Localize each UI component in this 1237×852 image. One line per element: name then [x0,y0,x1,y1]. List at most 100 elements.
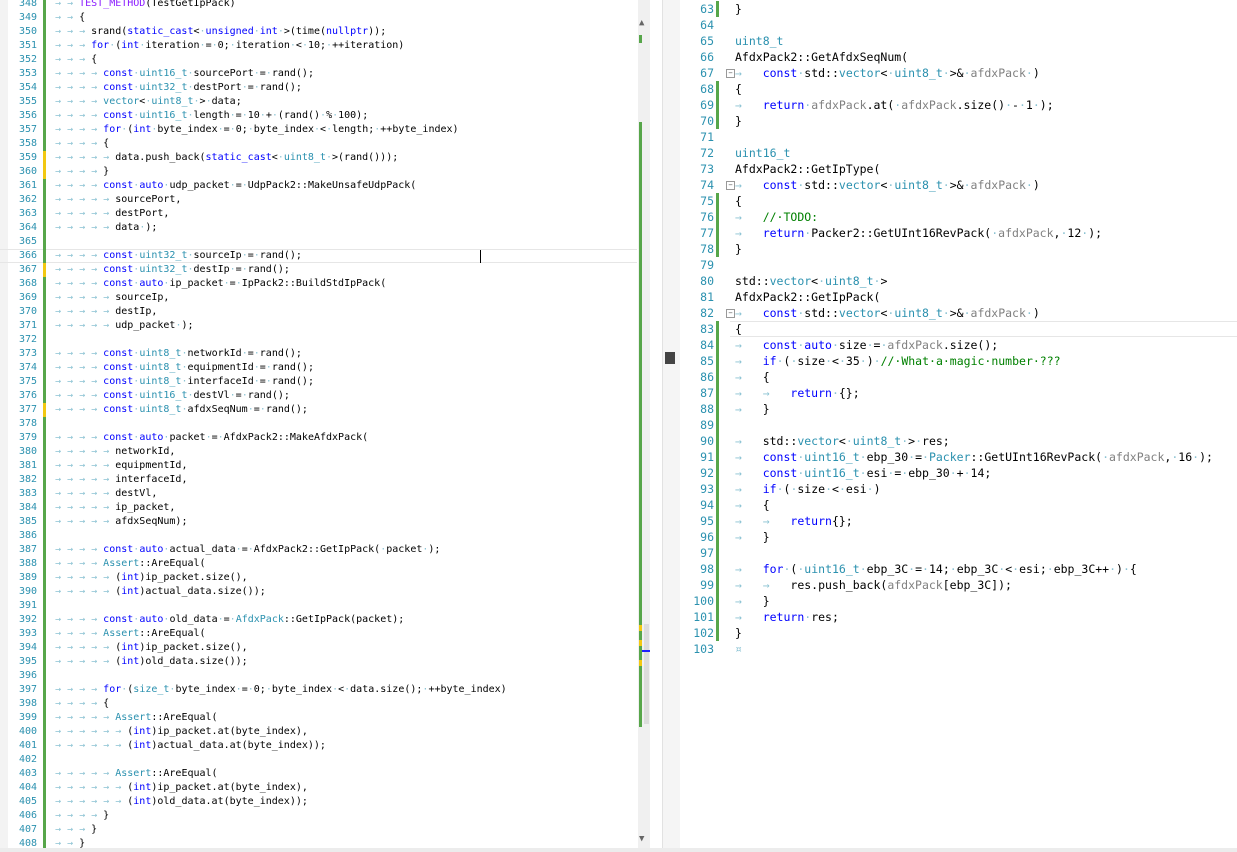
code-line[interactable]: 86 → { [680,369,1237,385]
code-line[interactable]: 82 − → const·std::vector<·uint8_t·>&·afdxP… [680,305,1237,321]
code-line[interactable]: 360 → → → → } [0,165,637,179]
code-line[interactable]: 65 uint8_t [680,33,1237,49]
code-line[interactable]: 92 → const·uint16_t·esi·=·ebp_30·+·14; [680,465,1237,481]
code-line[interactable]: 74 − → const·std::vector<·uint8_t·>&·afdxP… [680,177,1237,193]
code-line[interactable]: 386 [0,529,637,543]
code-line[interactable]: 63} [680,1,1237,17]
code-line[interactable]: 357 → → → → for·(int·byte_index·=·0;·byte… [0,123,637,137]
code-line[interactable]: 98 → for·(·uint16_t·ebp_3C·=·14;·ebp_3C·<… [680,561,1237,577]
code-line[interactable]: 362 → → → → → sourcePort, [0,193,637,207]
code-line[interactable]: 387 → → → → const·auto·actual_data·=·Afdx… [0,543,637,557]
code-line[interactable]: 371 → → → → → udp_packet·); [0,319,637,333]
left-vertical-scrollbar[interactable]: ⇳ ▲ ▼ [638,0,650,852]
code-line[interactable]: 101 → return·res; [680,609,1237,625]
code-line[interactable]: 67 − → const·std::vector<·uint8_t·>&·afdxP… [680,65,1237,81]
code-line[interactable]: 83 { [680,321,1237,337]
code-line[interactable]: 401 → → → → → → (int)actual_data.at(byte_… [0,739,637,753]
left-code-editor[interactable]: 348 → → TEST_METHOD(TestGetIpPack) 349 → → … [0,0,637,852]
code-line[interactable]: 352 → → → { [0,53,637,67]
code-line[interactable]: 95 → → return{}; [680,513,1237,529]
code-line[interactable]: 407 → → → } [0,823,637,837]
code-line[interactable]: 85 → if·(·size·<·35·)·//·What·a·magic·num… [680,353,1237,369]
code-line[interactable]: 89 [680,417,1237,433]
code-line[interactable]: 364 → → → → → data·); [0,221,637,235]
code-line[interactable]: 402 [0,753,637,767]
code-line[interactable]: 100 → } [680,593,1237,609]
code-line[interactable]: 385 → → → → → afdxSeqNum); [0,515,637,529]
bookmark-icon[interactable] [665,352,675,368]
code-line[interactable]: 99 → → res.push_back(afdxPack[ebp_3C]); [680,577,1237,593]
code-line[interactable]: 87 → → return·{}; [680,385,1237,401]
code-line[interactable]: 384 → → → → → ip_packet, [0,501,637,515]
code-line[interactable]: 84 → const·auto·size·=·afdxPack.size(); [680,337,1237,353]
code-line[interactable]: 81 AfdxPack2::GetIpPack( [680,289,1237,305]
code-line[interactable]: 388 → → → → Assert::AreEqual( [0,557,637,571]
code-line[interactable]: 358 → → → → { [0,137,637,151]
code-line[interactable]: 356 → → → → const·uint16_t·length·=·10·+·… [0,109,637,123]
code-line[interactable]: 404 → → → → → → (int)ip_packet.at(byte_in… [0,781,637,795]
code-line[interactable]: 390 → → → → → (int)actual_data.size()); [0,585,637,599]
code-line[interactable]: 97 [680,545,1237,561]
code-line[interactable]: 373 → → → → const·uint8_t·networkId·=·ran… [0,347,637,361]
code-line[interactable]: 76 → //·TODO: [680,209,1237,225]
code-line[interactable]: 77 → return·Packer2::GetUInt16RevPack(·af… [680,225,1237,241]
code-line[interactable]: 394 → → → → → (int)ip_packet.size(), [0,641,637,655]
code-line[interactable]: 348 → → TEST_METHOD(TestGetIpPack) [0,0,637,11]
collapse-icon[interactable]: − [726,181,735,190]
code-line[interactable]: 96 → } [680,529,1237,545]
code-line[interactable]: 378 [0,417,637,431]
code-line[interactable]: 68 { [680,81,1237,97]
code-line[interactable]: 93 → if·(·size·<·esi·) [680,481,1237,497]
code-line[interactable]: 355 → → → → vector<·uint8_t·>·data; [0,95,637,109]
right-code-editor[interactable]: 63} 64 65 uint8_t 66 AfdxPack2::GetAfdxSeqNum… [680,0,1237,852]
code-line[interactable]: 78} [680,241,1237,257]
code-line[interactable]: 361 → → → → const·auto·udp_packet·=·UdpPa… [0,179,637,193]
code-line[interactable]: 377 → → → → const·uint8_t·afdxSeqNum·=·ra… [0,403,637,417]
horizontal-scrollbar[interactable] [0,848,1237,852]
code-line[interactable]: 69 → return·afdxPack.at(·afdxPack.size()·… [680,97,1237,113]
code-line[interactable]: 365 [0,235,637,249]
code-line[interactable]: 366 → → → → const·uint32_t·sourceIp·=·ran… [0,249,637,263]
code-line[interactable]: 395 → → → → → (int)old_data.size()); [0,655,637,669]
code-line[interactable]: 363 → → → → → destPort, [0,207,637,221]
code-line[interactable]: 64 [680,17,1237,33]
scroll-down-arrow-icon[interactable]: ▼ [639,834,644,844]
code-line[interactable]: 91 → const·uint16_t·ebp_30·=·Packer::GetU… [680,449,1237,465]
code-line[interactable]: 368 → → → → const·auto·ip_packet·=·IpPack… [0,277,637,291]
code-line[interactable]: 80 std::vector<·uint8_t·> [680,273,1237,289]
code-line[interactable]: 379 → → → → const·auto·packet·=·AfdxPack2… [0,431,637,445]
code-line[interactable]: 391 [0,599,637,613]
code-line[interactable]: 396 [0,669,637,683]
code-line[interactable]: 88 → } [680,401,1237,417]
collapse-icon[interactable]: − [726,309,735,318]
code-line[interactable]: 350 → → → srand(static_cast<·unsigned·int… [0,25,637,39]
code-line[interactable]: 370 → → → → → destIp, [0,305,637,319]
code-line[interactable]: 389 → → → → → (int)ip_packet.size(), [0,571,637,585]
scrollbar-thumb[interactable] [644,624,649,724]
code-line[interactable]: 376 → → → → const·uint16_t·destVl·=·rand(… [0,389,637,403]
code-line[interactable]: 70} [680,113,1237,129]
code-line[interactable]: 79 [680,257,1237,273]
code-line[interactable]: 382 → → → → → interfaceId, [0,473,637,487]
collapse-icon[interactable]: − [726,69,735,78]
scroll-up-arrow-icon[interactable]: ▲ [639,18,644,28]
code-line[interactable]: 392 → → → → const·auto·old_data·=·AfdxPac… [0,613,637,627]
code-line[interactable]: 353 → → → → const·uint16_t·sourcePort·=·r… [0,67,637,81]
code-line[interactable]: 403 → → → → → Assert::AreEqual( [0,767,637,781]
code-line[interactable]: 375 → → → → const·uint8_t·interfaceId·=·r… [0,375,637,389]
code-line[interactable]: 397 → → → → for·(size_t·byte_index·=·0;·b… [0,683,637,697]
code-line[interactable]: 90 → std::vector<·uint8_t·>·res; [680,433,1237,449]
code-line[interactable]: 374 → → → → const·uint8_t·equipmentId·=·r… [0,361,637,375]
code-line[interactable]: 73 AfdxPack2::GetIpType( [680,161,1237,177]
code-line[interactable]: 405 → → → → → → (int)old_data.at(byte_ind… [0,795,637,809]
code-line[interactable]: 354 → → → → const·uint32_t·destPort·=·ran… [0,81,637,95]
code-line[interactable]: 369 → → → → → sourceIp, [0,291,637,305]
code-line[interactable]: 351 → → → for·(int·iteration·=·0;·iterati… [0,39,637,53]
code-line[interactable]: 71 [680,129,1237,145]
code-line[interactable]: 367 → → → → const·uint32_t·destIp·=·rand(… [0,263,637,277]
code-line[interactable]: 400 → → → → → → (int)ip_packet.at(byte_in… [0,725,637,739]
code-line[interactable]: 94 → { [680,497,1237,513]
code-line[interactable]: 103 ¤ [680,641,1237,657]
code-line[interactable]: 372 [0,333,637,347]
code-line[interactable]: 393 → → → → Assert::AreEqual( [0,627,637,641]
